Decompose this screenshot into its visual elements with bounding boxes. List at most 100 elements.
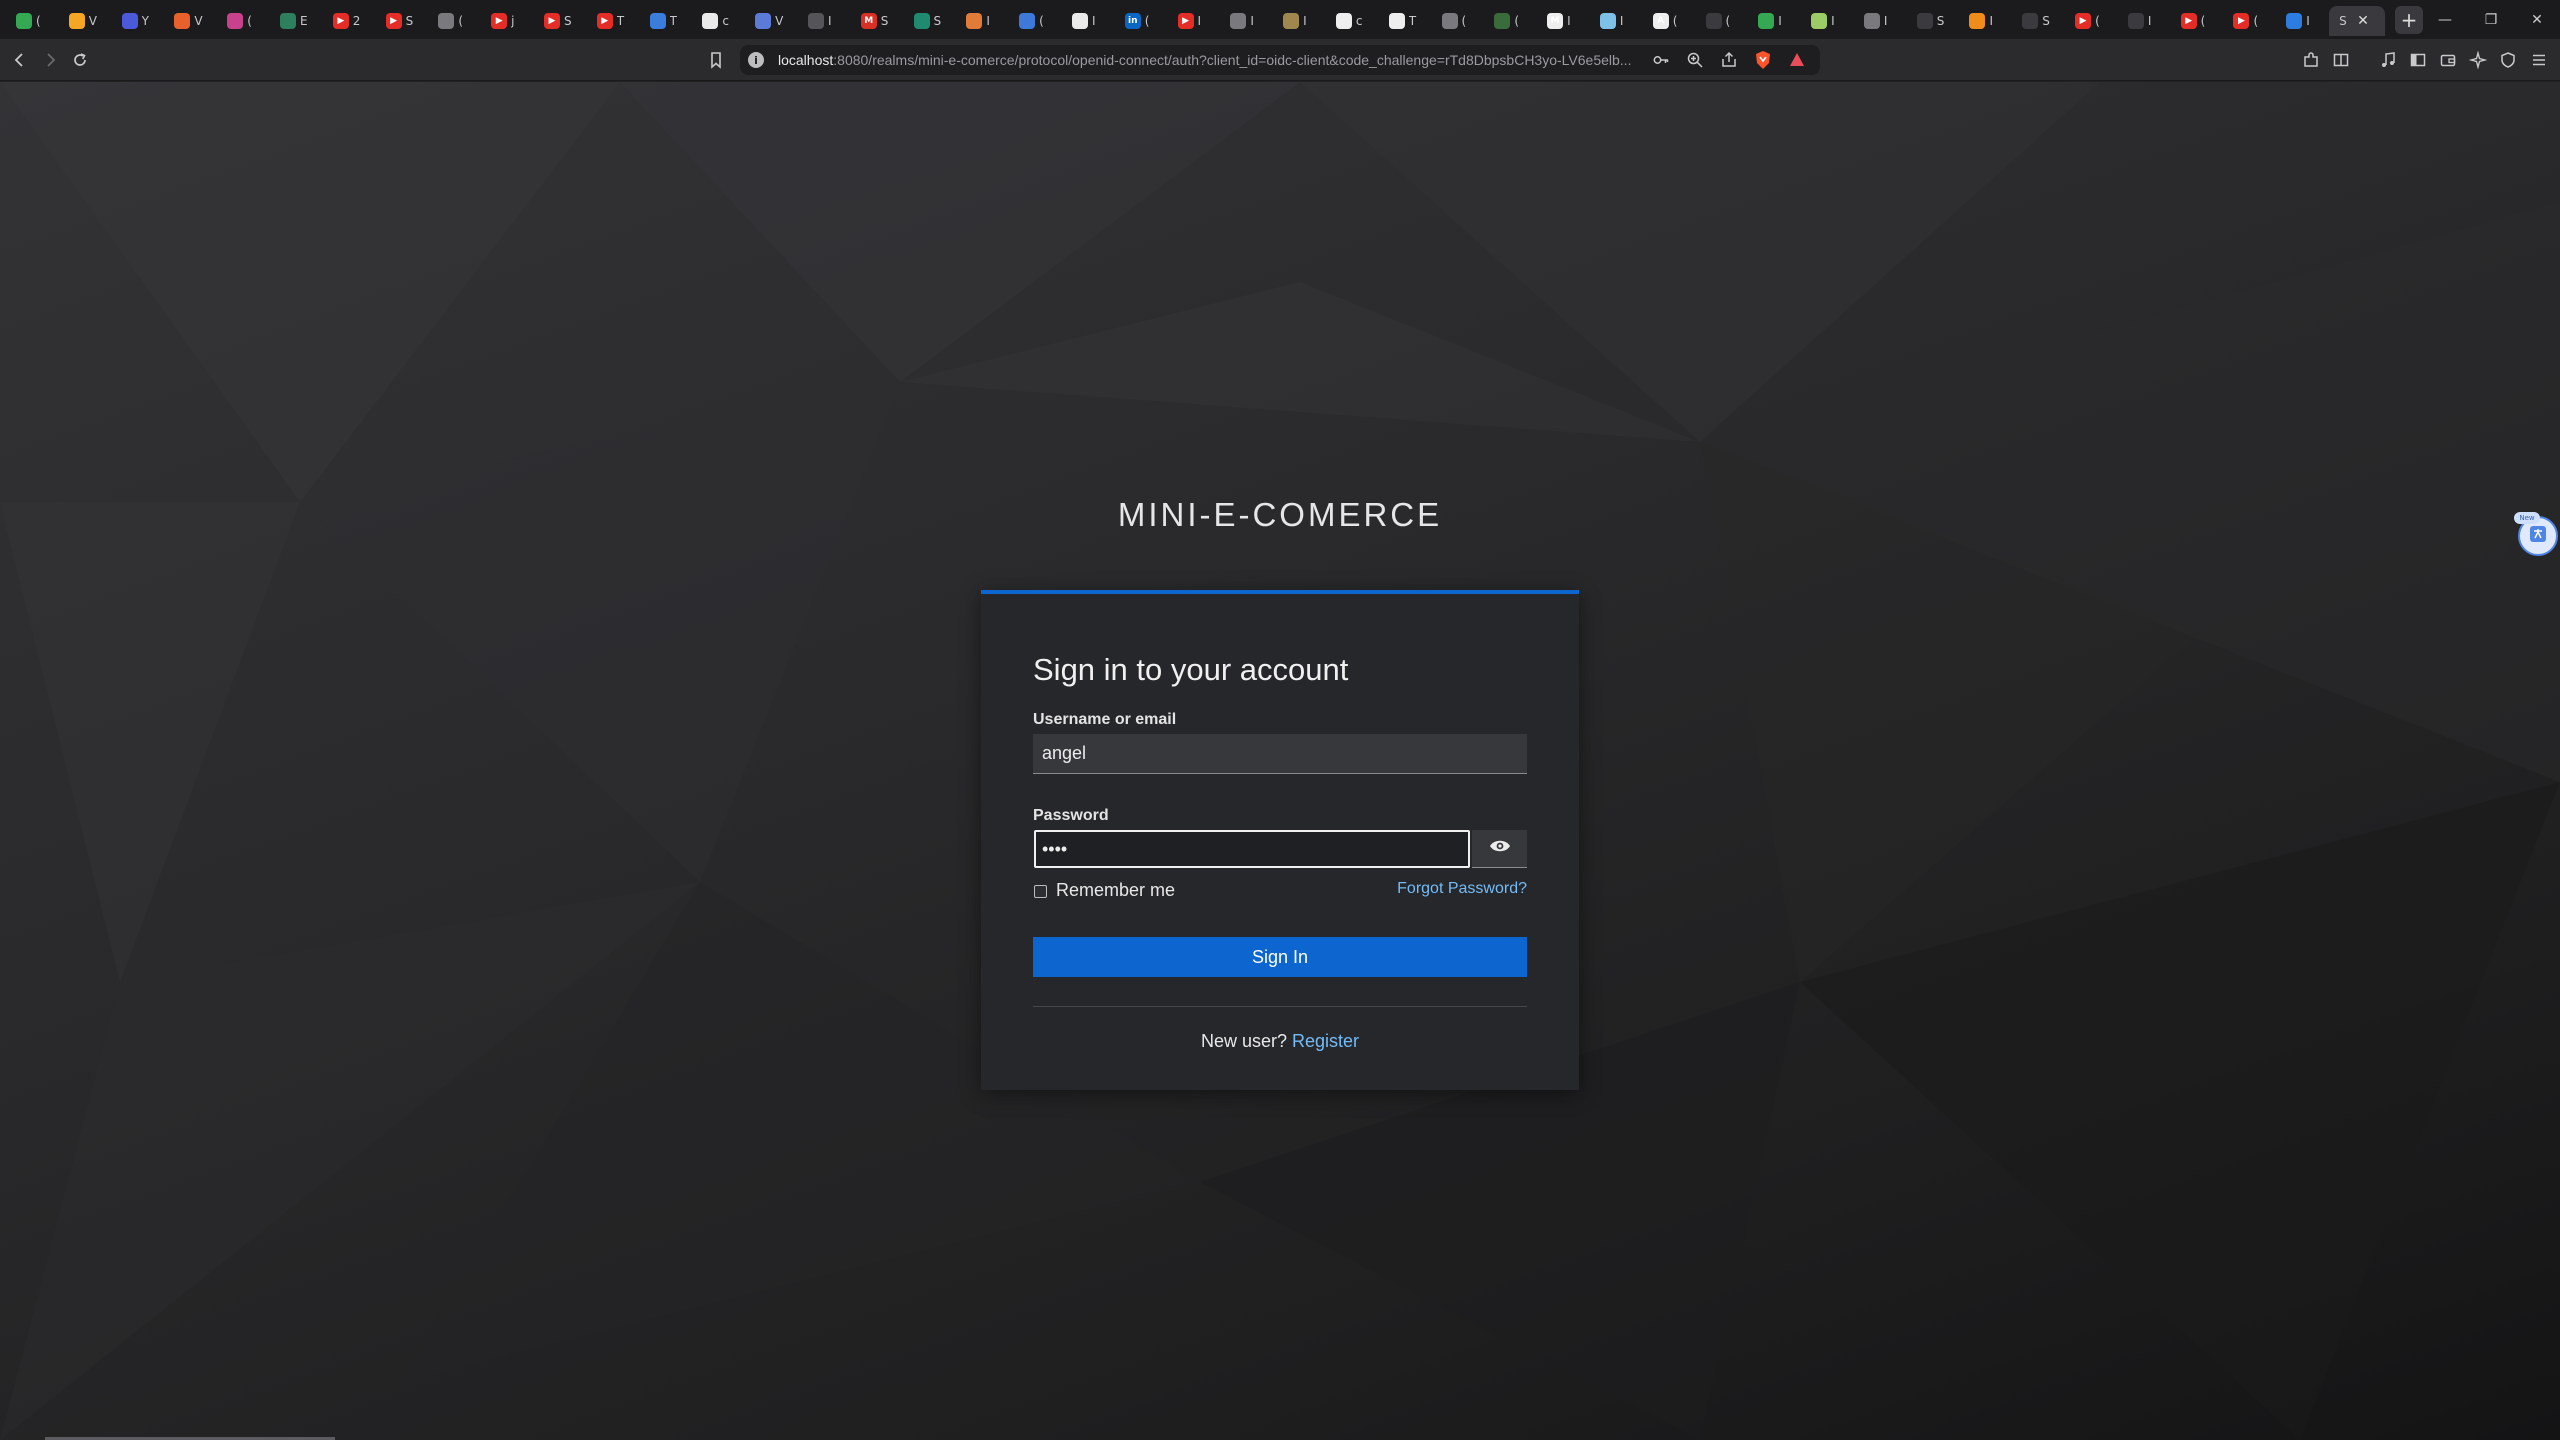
browser-tab[interactable]: ▶ S (376, 6, 429, 36)
close-tab-icon[interactable]: ✕ (2357, 13, 2369, 29)
media-icon[interactable] (2376, 48, 2400, 72)
browser-tab[interactable]: T (1379, 6, 1432, 36)
tab-title: ( (36, 13, 41, 28)
browser-tab[interactable]: I (1062, 6, 1115, 36)
tab-favicon-icon: A (1652, 12, 1669, 29)
browser-tab[interactable]: V (745, 6, 798, 36)
brave-shield-icon[interactable] (1752, 49, 1774, 71)
tab-title: ( (1144, 13, 1150, 28)
browser-tab[interactable]: I (1220, 6, 1273, 36)
password-input[interactable] (1034, 830, 1470, 868)
sign-in-button[interactable]: Sign In (1033, 937, 1527, 977)
browser-tab[interactable]: I (2276, 6, 2329, 36)
browser-tab[interactable]: ▶ S (534, 6, 587, 36)
browser-tab[interactable]: ▶( (2223, 6, 2276, 36)
minimize-button[interactable]: — (2422, 0, 2468, 39)
sidebar-icon[interactable] (2406, 48, 2430, 72)
key-icon[interactable] (1650, 49, 1672, 71)
password-label: Password (1033, 807, 1109, 824)
browser-tab[interactable]: MI (1537, 6, 1590, 36)
forgot-password-link[interactable]: Forgot Password? (1397, 880, 1527, 898)
username-input[interactable] (1033, 734, 1527, 774)
tab-title: ( (458, 13, 464, 28)
browser-tab[interactable]: c (692, 6, 745, 36)
browser-tab[interactable]: I (1748, 6, 1801, 36)
show-password-button[interactable] (1472, 830, 1527, 868)
register-link[interactable]: Register (1292, 1031, 1359, 1051)
browser-tab[interactable]: V (59, 6, 112, 36)
new-tab-button[interactable]: + (2395, 5, 2424, 34)
browser-tab[interactable]: I (2118, 6, 2171, 36)
address-bar[interactable]: i localhost:8080/realms/mini-e-comerce/p… (740, 45, 1820, 75)
tab-title: V (88, 13, 98, 28)
site-info-icon[interactable]: i (748, 52, 764, 68)
browser-tab[interactable]: I (1273, 6, 1326, 36)
tab-favicon-icon (438, 12, 455, 29)
browser-tab[interactable]: ▶ I (1168, 6, 1221, 36)
browser-tab[interactable]: in( (1115, 6, 1168, 36)
browser-tab[interactable]: ( (1696, 6, 1749, 36)
browser-tab[interactable]: S (1907, 6, 1960, 36)
tab-favicon-icon: ▶ (1177, 12, 1194, 29)
browser-tab[interactable]: I (956, 6, 1009, 36)
browser-tab[interactable]: A( (1643, 6, 1696, 36)
browser-tab[interactable]: ▶ j (481, 6, 534, 36)
tab-title: S (933, 13, 942, 28)
browser-toolbar: i localhost:8080/realms/mini-e-comerce/p… (0, 39, 2560, 81)
browser-tab[interactable]: ( (1484, 6, 1537, 36)
browser-tab[interactable]: ▶ 2 (323, 6, 376, 36)
url-text[interactable]: localhost:8080/realms/mini-e-comerce/pro… (778, 52, 1638, 68)
tab-title: T (616, 13, 625, 28)
browser-tab[interactable]: T (640, 6, 693, 36)
browser-tab[interactable]: c (1326, 6, 1379, 36)
menu-icon[interactable] (2527, 48, 2551, 72)
browser-tab[interactable]: Y (112, 6, 165, 36)
vpn-shield-icon[interactable] (2496, 48, 2520, 72)
brave-rewards-icon[interactable] (1786, 49, 1808, 71)
browser-tab[interactable]: I (1801, 6, 1854, 36)
active-tab[interactable]: S ✕ (2329, 5, 2386, 36)
back-icon[interactable] (8, 48, 32, 72)
browser-tab[interactable]: ( (428, 6, 481, 36)
browser-tab[interactable]: MS (851, 6, 904, 36)
browser-tab[interactable]: ▶( (2171, 6, 2224, 36)
tab-favicon-icon (1494, 12, 1511, 29)
browser-tab[interactable]: V (164, 6, 217, 36)
reload-icon[interactable] (68, 48, 92, 72)
tab-favicon-icon (174, 12, 191, 29)
remember-me-label[interactable]: Remember me (1056, 880, 1175, 901)
tab-title: I (2147, 13, 2152, 28)
browser-tab[interactable]: ( (1432, 6, 1485, 36)
zoom-icon[interactable] (1684, 49, 1706, 71)
browser-tab[interactable]: ( (6, 6, 59, 36)
close-window-button[interactable]: ✕ (2514, 0, 2560, 39)
tab-title: V (194, 13, 203, 28)
tab-title: T (669, 13, 677, 28)
browser-tab[interactable]: E (270, 6, 323, 36)
tab-title: ( (1514, 13, 1519, 28)
browser-tab[interactable]: ▶( (2065, 6, 2118, 36)
browser-tab[interactable]: I (1959, 6, 2012, 36)
browser-tab[interactable]: ▶ T (587, 6, 640, 36)
tab-title: S (880, 13, 889, 28)
browser-tab[interactable]: S (904, 6, 957, 36)
restore-button[interactable]: ❐ (2468, 0, 2514, 39)
wallet-icon[interactable] (2436, 48, 2460, 72)
remember-me-checkbox[interactable] (1034, 885, 1047, 898)
browser-tab[interactable]: I (798, 6, 851, 36)
reader-icon[interactable] (2329, 48, 2353, 72)
tab-favicon-icon (755, 12, 772, 29)
tab-favicon-icon (2127, 12, 2144, 29)
browser-tab[interactable]: ( (217, 6, 270, 36)
browser-tab[interactable]: I (1590, 6, 1643, 36)
browser-tab[interactable]: S (2012, 6, 2065, 36)
leo-ai-icon[interactable] (2466, 48, 2490, 72)
extensions-icon[interactable] (2299, 48, 2323, 72)
browser-tab[interactable]: ( (1009, 6, 1062, 36)
forward-icon[interactable] (38, 48, 62, 72)
tab-title: I (1619, 13, 1624, 28)
tab-title: 2 (352, 13, 361, 28)
share-icon[interactable] (1718, 49, 1740, 71)
browser-tab[interactable]: I (1854, 6, 1907, 36)
bookmark-icon[interactable] (704, 48, 728, 72)
